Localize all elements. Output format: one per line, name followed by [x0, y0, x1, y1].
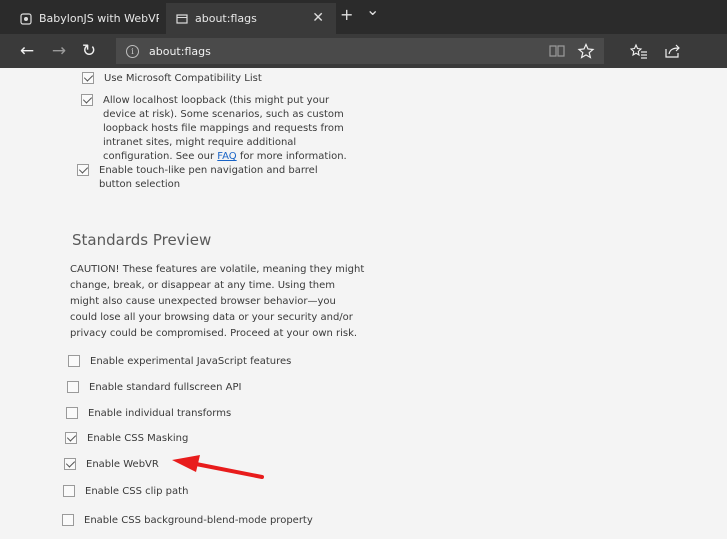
- favorite-star-icon[interactable]: [577, 43, 595, 59]
- option-css-masking[interactable]: Enable CSS Masking: [65, 432, 188, 446]
- option-css-clip-path[interactable]: Enable CSS clip path: [63, 485, 188, 499]
- faq-link[interactable]: FAQ: [217, 151, 236, 162]
- option-compat-list[interactable]: Use Microsoft Compatibility List: [82, 72, 262, 86]
- option-label: Enable CSS background-blend-mode propert…: [84, 515, 313, 526]
- checkbox[interactable]: [62, 514, 74, 526]
- refresh-button[interactable]: ↻: [79, 41, 99, 61]
- checkbox[interactable]: [68, 355, 80, 367]
- close-icon[interactable]: ✕: [312, 10, 324, 26]
- option-label: Enable experimental JavaScript features: [90, 356, 292, 367]
- option-label: Enable WebVR: [86, 459, 159, 470]
- checkbox[interactable]: [67, 381, 79, 393]
- tab-title: about:flags: [195, 12, 257, 25]
- new-tab-button[interactable]: +: [340, 5, 353, 24]
- option-label: Enable touch-like pen navigation and bar…: [99, 165, 318, 190]
- page-icon: [176, 13, 188, 25]
- section-title: Standards Preview: [72, 231, 212, 249]
- info-icon[interactable]: i: [126, 44, 139, 58]
- address-bar[interactable]: i about:flags: [116, 38, 604, 64]
- option-label: Enable individual transforms: [88, 408, 232, 419]
- checkbox[interactable]: [82, 72, 94, 84]
- navigation-toolbar: ← → ↻ i about:flags: [0, 34, 727, 68]
- favorites-hub-icon[interactable]: [630, 43, 648, 59]
- option-label: Use Microsoft Compatibility List: [104, 73, 262, 84]
- option-pen-navigation[interactable]: Enable touch-like pen navigation and bar…: [77, 164, 352, 192]
- checkbox[interactable]: [65, 432, 77, 444]
- tab-bar: BabylonJS with WebVR simp about:flags ✕ …: [0, 0, 727, 34]
- checkbox[interactable]: [63, 485, 75, 497]
- option-individual-transforms[interactable]: Enable individual transforms: [66, 407, 231, 421]
- caution-text: CAUTION! These features are volatile, me…: [70, 264, 365, 339]
- option-localhost-loopback[interactable]: Allow localhost loopback (this might put…: [81, 94, 356, 164]
- chevron-down-icon[interactable]: ⌄: [366, 0, 379, 19]
- checkbox[interactable]: [66, 407, 78, 419]
- share-icon[interactable]: [664, 43, 682, 59]
- forward-button[interactable]: →: [49, 41, 69, 61]
- reading-view-icon[interactable]: [548, 43, 566, 59]
- page-icon: [20, 12, 32, 25]
- checkbox[interactable]: [77, 164, 89, 176]
- tab-babylonjs[interactable]: BabylonJS with WebVR simp: [8, 3, 166, 34]
- checkbox[interactable]: [64, 458, 76, 470]
- option-label: Allow localhost loopback (this might put…: [103, 95, 347, 162]
- option-background-blend-mode[interactable]: Enable CSS background-blend-mode propert…: [62, 514, 313, 528]
- option-label: Enable CSS Masking: [87, 433, 189, 444]
- tab-title: BabylonJS with WebVR simp: [39, 12, 159, 25]
- option-label: Enable standard fullscreen API: [89, 382, 242, 393]
- option-fullscreen-api[interactable]: Enable standard fullscreen API: [67, 381, 241, 395]
- flags-page: Use Microsoft Compatibility List Allow l…: [0, 68, 727, 539]
- option-webvr[interactable]: Enable WebVR: [64, 458, 159, 472]
- option-experimental-js[interactable]: Enable experimental JavaScript features: [68, 355, 291, 369]
- url-text: about:flags: [149, 44, 211, 58]
- back-button[interactable]: ←: [17, 41, 37, 61]
- option-label: Enable CSS clip path: [85, 486, 189, 497]
- red-arrow-icon: [172, 455, 264, 479]
- tab-about-flags[interactable]: about:flags ✕: [166, 3, 336, 34]
- checkbox[interactable]: [81, 94, 93, 106]
